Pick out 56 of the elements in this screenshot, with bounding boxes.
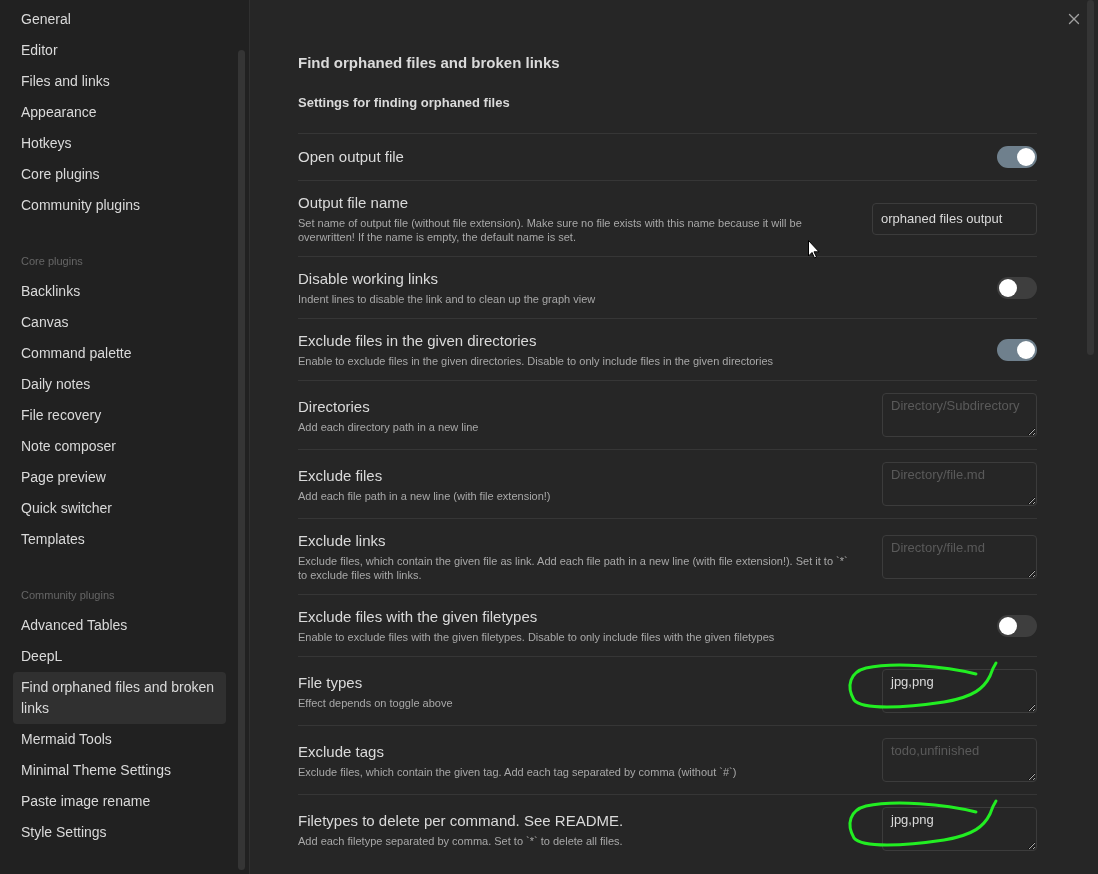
setting-description: Exclude files, which contain the given file as link. Add each file path in a new line (with file extension!). Set it to `*` to exclude files with links. xyxy=(298,554,849,582)
sidebar-item[interactable]: Quick switcher xyxy=(13,493,226,524)
sidebar-item[interactable]: Command palette xyxy=(13,338,226,369)
sidebar-item[interactable]: Files and links xyxy=(13,66,226,97)
sidebar-item[interactable]: Mermaid Tools xyxy=(13,724,226,755)
sidebar-item[interactable]: Backlinks xyxy=(13,276,226,307)
text-input[interactable]: orphaned files output xyxy=(872,202,1037,235)
mouse-pointer-icon xyxy=(808,240,820,259)
sidebar-item[interactable]: DeepL xyxy=(13,641,226,672)
setting-name: File types xyxy=(298,672,364,693)
sidebar-item[interactable]: Paste image rename xyxy=(13,786,226,817)
toggle-switch[interactable] xyxy=(997,338,1037,361)
setting-name: Open output file xyxy=(298,147,405,167)
sidebar-item[interactable]: Minimal Theme Settings xyxy=(13,755,226,786)
setting-description: Add each filetype separated by comma. Set to `*` to delete all files. xyxy=(298,833,624,848)
setting-name: Exclude tags xyxy=(298,741,385,762)
setting-description: Indent lines to disable the link and to clean up the graph view xyxy=(298,292,597,306)
setting-description: Effect depends on toggle above xyxy=(298,695,454,710)
section-title: Settings for finding orphaned files xyxy=(298,94,511,112)
sidebar-item[interactable]: Advanced Tables xyxy=(13,610,226,641)
setting-description: Add each directory path in a new line xyxy=(298,419,480,434)
setting-name: Disable working links xyxy=(298,269,440,289)
setting-name: Directories xyxy=(298,396,371,417)
setting-name: Exclude files in the given directories xyxy=(298,331,538,351)
sidebar-item[interactable]: Community plugins xyxy=(13,190,226,221)
sidebar-item[interactable]: File recovery xyxy=(13,400,226,431)
toggle-switch[interactable] xyxy=(997,146,1037,168)
sidebar-item[interactable]: Appearance xyxy=(13,97,226,128)
sidebar-item[interactable]: Hotkeys xyxy=(13,128,226,159)
sidebar-item[interactable]: Core plugins xyxy=(13,159,226,190)
sidebar-item[interactable]: Templates xyxy=(13,524,226,555)
setting-description: Exclude files, which contain the given tag. Add each tag separated by comma (without `#`) xyxy=(298,764,738,779)
sidebar-item[interactable]: Daily notes xyxy=(13,369,226,400)
sidebar-item[interactable]: Editor xyxy=(13,35,226,66)
sidebar-item[interactable]: Find orphaned files and broken links xyxy=(13,672,226,724)
sidebar-item[interactable]: General xyxy=(13,4,226,35)
setting-description: Set name of output file (without file extension). Make sure no file exists with this name because it will be overwritten! If the name is empty, the default name is set. xyxy=(298,216,803,244)
setting-name: Filetypes to delete per command. See README. xyxy=(298,810,625,831)
setting-name: Exclude links xyxy=(298,531,387,551)
setting-description: Enable to exclude files with the given filetypes. Disable to only include files with the given filetypes xyxy=(298,630,776,644)
sidebar-item[interactable]: Note composer xyxy=(13,431,226,462)
setting-description: Enable to exclude files in the given directories. Disable to only include files in the given directories xyxy=(298,354,775,368)
setting-name: Output file name xyxy=(298,193,410,213)
toggle-switch[interactable] xyxy=(997,614,1037,637)
text-area[interactable]: jpg,png xyxy=(882,807,1037,851)
setting-name: Exclude files with the given filetypes xyxy=(298,607,539,627)
sidebar-item[interactable]: Style Settings xyxy=(13,817,226,848)
sidebar-item[interactable]: Canvas xyxy=(13,307,226,338)
text-area[interactable]: jpg,png xyxy=(882,669,1037,713)
section-heading: Core plugins xyxy=(20,254,84,269)
toggle-switch[interactable] xyxy=(997,276,1037,299)
page-title: Find orphaned files and broken links xyxy=(298,53,561,73)
setting-description: Add each file path in a new line (with file extension!) xyxy=(298,488,552,503)
setting-name: Exclude files xyxy=(298,465,384,486)
sidebar-item[interactable]: Page preview xyxy=(13,462,226,493)
section-heading: Community plugins xyxy=(20,588,116,603)
